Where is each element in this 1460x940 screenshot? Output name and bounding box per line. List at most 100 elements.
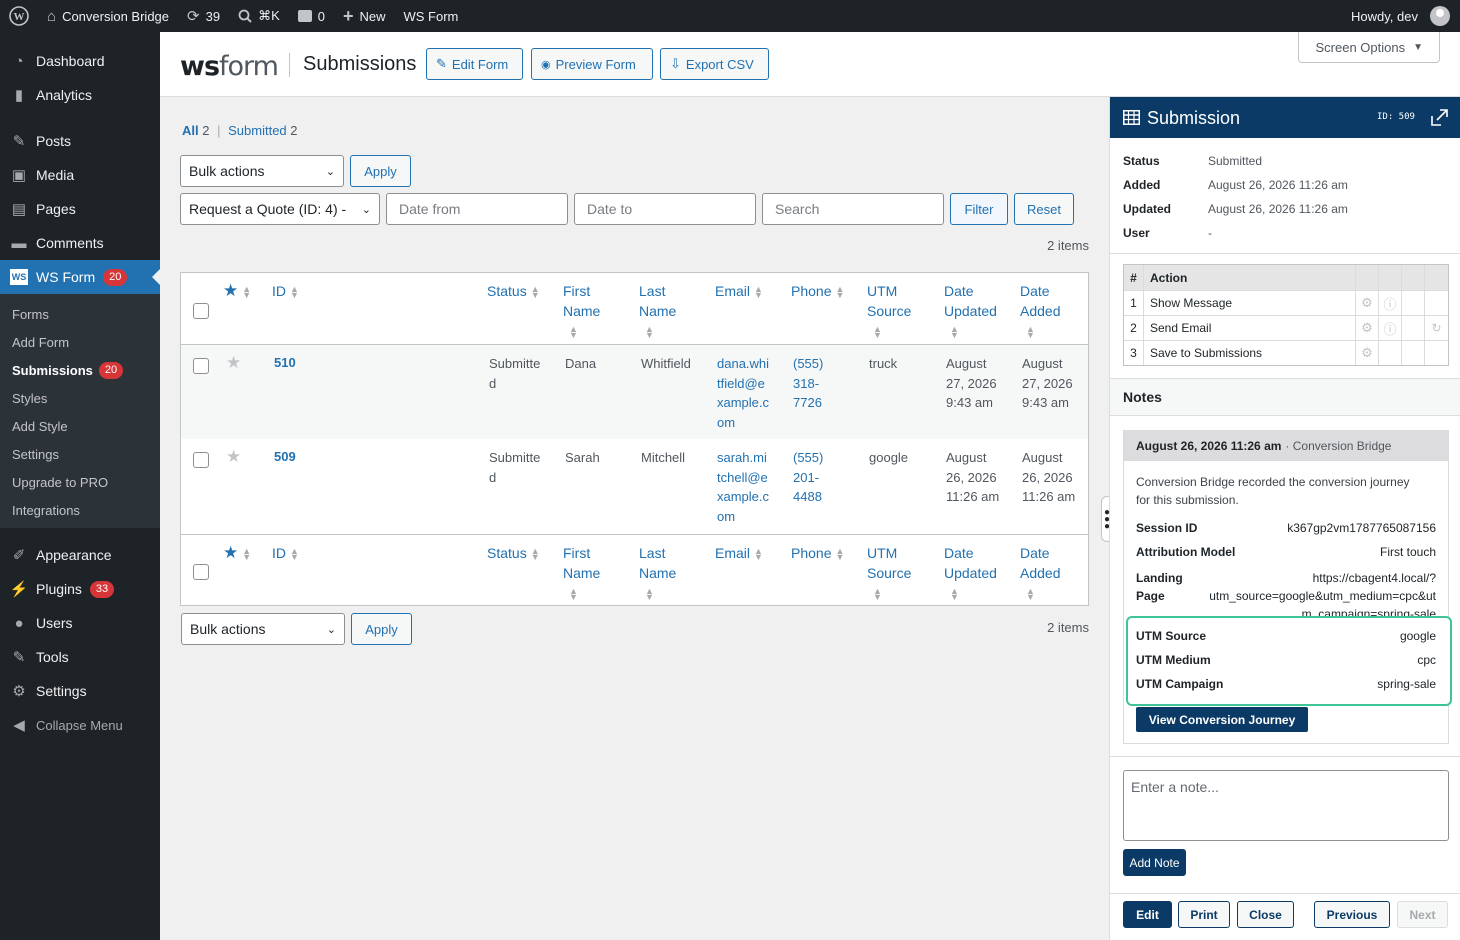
bulk-actions-select-bottom[interactable]: Bulk actions ⌄ bbox=[181, 613, 345, 645]
filter-all-link[interactable]: All bbox=[182, 123, 199, 138]
edit-button[interactable]: Edit bbox=[1123, 901, 1172, 928]
gear-icon[interactable]: ⚙ bbox=[1356, 341, 1379, 365]
new-content-link[interactable]: + New bbox=[334, 0, 395, 32]
site-name-link[interactable]: ⌂ Conversion Bridge bbox=[38, 0, 178, 32]
ws-form-adminbar-link[interactable]: WS Form bbox=[395, 0, 468, 32]
gear-icon[interactable]: ⚙ bbox=[1356, 316, 1379, 340]
menu-ws-form[interactable]: WS WS Form 20 bbox=[0, 260, 160, 294]
comments-link[interactable]: 0 bbox=[289, 0, 334, 32]
row-email-link[interactable]: dana.whi tfield@e xample.c om bbox=[717, 354, 769, 432]
gear-icon[interactable]: ⚙ bbox=[1356, 291, 1379, 315]
submenu-styles[interactable]: Styles bbox=[0, 384, 160, 412]
bulk-actions-select[interactable]: Bulk actions ⌄ bbox=[180, 155, 344, 187]
menu-analytics[interactable]: ▮ Analytics bbox=[0, 78, 160, 112]
menu-appearance[interactable]: ✐ Appearance bbox=[0, 538, 160, 572]
row-phone-link[interactable]: (555) 318- 7726 bbox=[793, 354, 823, 413]
star-column-header[interactable]: ★ ▲ ▼ bbox=[223, 281, 251, 301]
print-button[interactable]: Print bbox=[1178, 901, 1230, 928]
submissions-table: ★ ▲ ▼ ID ▲ ▼ Status ▲ ▼ First Name ▲ ▼ Last Name ▲ ▼… bbox=[180, 272, 1089, 606]
column-last-name-footer[interactable]: Last Name ▲ ▼ bbox=[639, 543, 676, 603]
row-id-link[interactable]: 510 bbox=[274, 353, 296, 373]
submenu-add-style[interactable]: Add Style bbox=[0, 412, 160, 440]
date-from-input[interactable]: Date from bbox=[386, 193, 568, 225]
view-journey-button[interactable]: View Conversion Journey bbox=[1136, 707, 1308, 732]
updates-link[interactable]: ⟳ 39 bbox=[178, 0, 229, 32]
form-select[interactable]: Request a Quote (ID: 4) - ⌄ bbox=[180, 193, 380, 225]
column-first-name[interactable]: First Name ▲ ▼ bbox=[563, 281, 600, 341]
edit-form-button[interactable]: ✎ Edit Form bbox=[426, 48, 523, 80]
search-input[interactable]: Search bbox=[762, 193, 944, 225]
row-email-link[interactable]: sarah.mi tchell@e xample.c om bbox=[717, 448, 769, 526]
submenu-forms[interactable]: Forms bbox=[0, 300, 160, 328]
column-date-added-footer[interactable]: Date Added ▲ ▼ bbox=[1020, 543, 1060, 603]
info-icon[interactable]: ⓘ bbox=[1379, 316, 1402, 340]
column-date-added[interactable]: Date Added ▲ ▼ bbox=[1020, 281, 1060, 341]
filter-button[interactable]: Filter bbox=[950, 193, 1008, 225]
column-label: Email bbox=[715, 545, 751, 561]
star-icon[interactable]: ★ bbox=[226, 447, 241, 467]
row-checkbox[interactable] bbox=[193, 452, 209, 468]
row-id-link[interactable]: 509 bbox=[274, 447, 296, 467]
command-palette-link[interactable]: ⌘K bbox=[229, 0, 289, 32]
menu-tools[interactable]: ✎ Tools bbox=[0, 640, 160, 674]
repeat-icon[interactable]: ↻ bbox=[1425, 316, 1448, 340]
menu-dashboard[interactable]: ◔ Dashboard bbox=[0, 44, 160, 78]
submenu-integrations[interactable]: Integrations bbox=[0, 496, 160, 524]
add-note-button[interactable]: Add Note bbox=[1123, 849, 1186, 876]
column-first-name-footer[interactable]: First Name ▲ ▼ bbox=[563, 543, 600, 603]
column-utm-source-footer[interactable]: UTM Source ▲ ▼ bbox=[867, 543, 911, 603]
note-textarea[interactable]: Enter a note... bbox=[1123, 770, 1449, 841]
row-status: Submitte d bbox=[489, 448, 540, 487]
select-value: Bulk actions bbox=[190, 621, 266, 637]
row-checkbox[interactable] bbox=[193, 358, 209, 374]
user-value: - bbox=[1208, 226, 1212, 240]
export-csv-button[interactable]: ⇩ Export CSV bbox=[660, 48, 769, 80]
previous-button[interactable]: Previous bbox=[1314, 901, 1390, 928]
select-all-checkbox[interactable] bbox=[193, 303, 209, 319]
row-first-name: Sarah bbox=[565, 450, 600, 465]
close-button[interactable]: Close bbox=[1237, 901, 1294, 928]
star-icon[interactable]: ★ bbox=[226, 353, 241, 373]
menu-posts[interactable]: ✎ Posts bbox=[0, 124, 160, 158]
column-id-footer[interactable]: ID ▲ ▼ bbox=[272, 543, 299, 563]
column-date-updated-footer[interactable]: Date Updated ▲ ▼ bbox=[944, 543, 997, 603]
menu-users[interactable]: ● Users bbox=[0, 606, 160, 640]
apply-button-bottom[interactable]: Apply bbox=[351, 613, 412, 645]
menu-pages[interactable]: ▤ Pages bbox=[0, 192, 160, 226]
column-phone-footer[interactable]: Phone ▲ ▼ bbox=[791, 543, 844, 563]
date-to-input[interactable]: Date to bbox=[574, 193, 756, 225]
star-column-footer[interactable]: ★ ▲ ▼ bbox=[223, 543, 251, 563]
expand-icon[interactable] bbox=[1431, 109, 1448, 126]
submenu-settings[interactable]: Settings bbox=[0, 440, 160, 468]
column-phone[interactable]: Phone ▲ ▼ bbox=[791, 281, 844, 301]
apply-button-top[interactable]: Apply bbox=[350, 155, 411, 187]
menu-settings[interactable]: ⚙ Settings bbox=[0, 674, 160, 708]
submenu-add-form[interactable]: Add Form bbox=[0, 328, 160, 356]
select-all-checkbox-bottom[interactable] bbox=[193, 564, 209, 580]
column-last-name[interactable]: Last Name ▲ ▼ bbox=[639, 281, 676, 341]
sort-icon: ▲ ▼ bbox=[873, 586, 882, 603]
menu-plugins[interactable]: ⚡ Plugins 33 bbox=[0, 572, 160, 606]
reset-button[interactable]: Reset bbox=[1014, 193, 1074, 225]
column-id[interactable]: ID ▲ ▼ bbox=[272, 281, 299, 301]
column-email-footer[interactable]: Email ▲ ▼ bbox=[715, 543, 763, 563]
column-status[interactable]: Status ▲ ▼ bbox=[487, 281, 540, 301]
column-email[interactable]: Email ▲ ▼ bbox=[715, 281, 763, 301]
column-status-footer[interactable]: Status ▲ ▼ bbox=[487, 543, 540, 563]
wordpress-logo-icon[interactable]: W bbox=[0, 0, 38, 32]
row-date-added: August 26, 2026 11:26 am bbox=[1022, 448, 1075, 507]
user-menu[interactable]: Howdy, dev bbox=[1342, 0, 1460, 32]
row-phone-link[interactable]: (555) 201- 4488 bbox=[793, 448, 823, 507]
preview-form-button[interactable]: ◉ Preview Form bbox=[531, 48, 653, 80]
submenu-submissions[interactable]: Submissions 20 bbox=[0, 356, 160, 384]
column-utm-source[interactable]: UTM Source ▲ ▼ bbox=[867, 281, 911, 341]
menu-media[interactable]: ▣ Media bbox=[0, 158, 160, 192]
filter-submitted-link[interactable]: Submitted bbox=[228, 123, 287, 138]
info-icon[interactable]: ⓘ bbox=[1379, 291, 1402, 315]
menu-comments[interactable]: ▬ Comments bbox=[0, 226, 160, 260]
submenu-upgrade[interactable]: Upgrade to PRO bbox=[0, 468, 160, 496]
column-date-updated[interactable]: Date Updated ▲ ▼ bbox=[944, 281, 997, 341]
screen-options-button[interactable]: Screen Options ▼ bbox=[1298, 32, 1440, 63]
eye-icon: ◉ bbox=[541, 58, 551, 71]
menu-collapse[interactable]: ◀ Collapse Menu bbox=[0, 708, 160, 742]
